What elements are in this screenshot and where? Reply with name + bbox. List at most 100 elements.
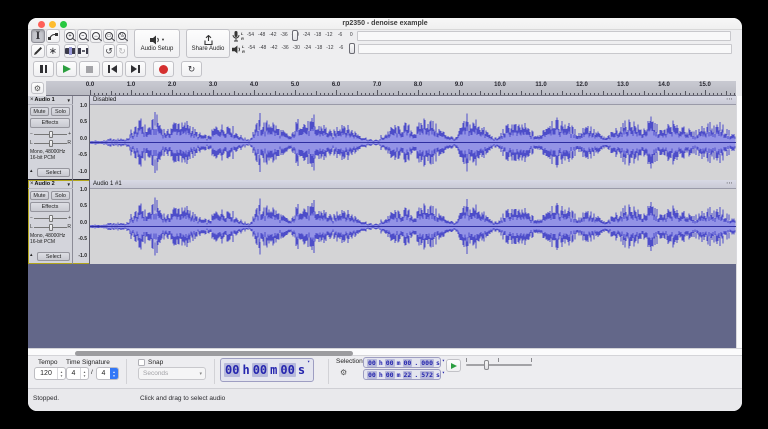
waveform[interactable] bbox=[90, 189, 736, 264]
time-segment[interactable]: 572 bbox=[420, 371, 434, 379]
time-segment[interactable]: m bbox=[397, 359, 401, 367]
time-segment[interactable]: 00 bbox=[252, 363, 268, 377]
track-2[interactable]: × Audio 2 ▼ Mute Solo Effects −+ LR Mono… bbox=[28, 180, 736, 264]
track-area[interactable]: × Audio 1 ▼ Mute Solo Effects −+ LR Mono… bbox=[28, 96, 742, 348]
trim-audio-button[interactable] bbox=[64, 44, 76, 58]
pan-slider-thumb[interactable] bbox=[49, 224, 53, 231]
time-segment[interactable]: 00 bbox=[367, 371, 377, 379]
fit-project-button[interactable]: ▭ bbox=[103, 29, 115, 43]
zoom-in-button[interactable]: + bbox=[64, 29, 76, 43]
track-1[interactable]: × Audio 1 ▼ Mute Solo Effects −+ LR Mono… bbox=[28, 96, 736, 180]
volume-slider-handle[interactable] bbox=[292, 30, 298, 41]
solo-button[interactable]: Solo bbox=[51, 107, 70, 116]
gain-slider[interactable]: −+ bbox=[28, 214, 73, 222]
share-audio-button[interactable]: Share Audio bbox=[186, 29, 230, 58]
select-button[interactable]: Select bbox=[37, 252, 70, 261]
draw-tool-button[interactable] bbox=[31, 44, 45, 58]
timeline-ruler[interactable]: 0.01.02.03.04.05.06.07.08.09.010.011.012… bbox=[46, 81, 736, 96]
effects-button[interactable]: Effects bbox=[30, 202, 70, 212]
selection-settings-icon[interactable]: ⚙ bbox=[340, 368, 347, 377]
audio-clip[interactable]: Audio 1 #1 ⋯ bbox=[90, 180, 736, 264]
time-segment[interactable]: h bbox=[379, 359, 383, 367]
time-segment[interactable]: s bbox=[436, 359, 440, 367]
time-signature-upper-stepper[interactable]: ▴▾ bbox=[80, 368, 88, 379]
main-time-display[interactable]: 00h00m00s▾ bbox=[220, 358, 314, 382]
pan-slider-thumb[interactable] bbox=[49, 140, 53, 147]
zoom-out-button[interactable]: − bbox=[77, 29, 89, 43]
playback-meter-scale[interactable]: -54-48-42-36-30-24-18-12-60 bbox=[246, 43, 358, 55]
time-segment[interactable]: 22 bbox=[403, 371, 413, 379]
time-segment[interactable]: h bbox=[242, 363, 249, 377]
collapse-icon[interactable]: ▴ bbox=[30, 168, 33, 174]
fit-selection-button[interactable]: ↔ bbox=[90, 29, 102, 43]
recording-meter[interactable]: LR -54-48-42-36-30-24-18-12-60 bbox=[232, 30, 731, 42]
time-segment[interactable]: h bbox=[379, 371, 383, 379]
clip-header[interactable]: Disabled ⋯ bbox=[90, 96, 736, 105]
time-segment[interactable]: 00 bbox=[224, 363, 240, 377]
clip-overflow-icon[interactable]: ⋯ bbox=[726, 97, 733, 103]
track-name[interactable]: Audio 1 bbox=[35, 97, 66, 103]
mute-button[interactable]: Mute bbox=[30, 107, 49, 116]
pause-button[interactable] bbox=[33, 61, 54, 77]
vertical-scale-ruler[interactable]: 1.0 0.5 0.0 -0.5 -1.0 bbox=[73, 180, 90, 264]
select-button[interactable]: Select bbox=[37, 168, 70, 177]
redo-button[interactable]: ↻ bbox=[116, 44, 128, 58]
multi-tool-button[interactable]: ∗ bbox=[46, 44, 60, 58]
time-signature-lower-dropdown[interactable]: ▴▾ bbox=[110, 368, 118, 379]
tempo-input[interactable]: 120 ▴▾ bbox=[34, 367, 66, 380]
clip-title[interactable]: Audio 1 #1 bbox=[93, 181, 726, 187]
playback-speed-slider[interactable] bbox=[466, 358, 532, 372]
gain-slider-thumb[interactable] bbox=[49, 131, 53, 138]
selection-start-input[interactable]: 00h00m00.000s▾ bbox=[363, 357, 441, 368]
clip-header[interactable]: Audio 1 #1 ⋯ bbox=[90, 180, 736, 189]
recording-meter-bar[interactable] bbox=[357, 31, 731, 41]
mute-button[interactable]: Mute bbox=[30, 191, 49, 200]
gain-slider-thumb[interactable] bbox=[49, 215, 53, 222]
vertical-scrollbar[interactable] bbox=[736, 96, 742, 348]
effects-button[interactable]: Effects bbox=[30, 118, 70, 128]
time-segment[interactable]: s bbox=[436, 371, 440, 379]
time-segment[interactable]: 00 bbox=[385, 359, 395, 367]
track-close-icon[interactable]: × bbox=[30, 97, 34, 103]
play-button[interactable] bbox=[56, 61, 77, 77]
track-name[interactable]: Audio 2 bbox=[35, 181, 66, 187]
time-segment[interactable]: 000 bbox=[420, 359, 434, 367]
horizontal-scrollbar[interactable] bbox=[28, 348, 742, 356]
track-2-header[interactable]: × Audio 2 ▼ bbox=[28, 180, 73, 189]
time-format-dropdown-icon[interactable]: ▾ bbox=[442, 358, 445, 364]
audio-clip[interactable]: Disabled ⋯ bbox=[90, 96, 736, 180]
time-segment[interactable]: . bbox=[414, 359, 418, 367]
clip-title[interactable]: Disabled bbox=[93, 97, 726, 103]
time-segment[interactable]: s bbox=[298, 363, 305, 377]
skip-to-start-button[interactable] bbox=[102, 61, 123, 77]
time-format-dropdown-icon[interactable]: ▾ bbox=[307, 359, 310, 365]
audio-setup-button[interactable]: ▾ Audio Setup bbox=[134, 29, 180, 58]
time-format-dropdown-icon[interactable]: ▾ bbox=[442, 370, 445, 376]
envelope-tool-button[interactable] bbox=[46, 29, 60, 43]
timeline-options-button[interactable]: ⚙ bbox=[31, 82, 44, 94]
stop-button[interactable] bbox=[79, 61, 100, 77]
selection-tool-button[interactable]: I bbox=[31, 29, 45, 43]
track-menu-icon[interactable]: ▼ bbox=[67, 98, 71, 103]
pan-slider[interactable]: LR bbox=[28, 139, 73, 147]
pan-slider[interactable]: LR bbox=[28, 223, 73, 231]
skip-to-end-button[interactable] bbox=[125, 61, 146, 77]
vertical-scale-ruler[interactable]: 1.0 0.5 0.0 -0.5 -1.0 bbox=[73, 96, 90, 180]
time-segment[interactable]: 00 bbox=[403, 359, 413, 367]
play-at-speed-button[interactable] bbox=[446, 359, 461, 372]
time-segment[interactable]: 00 bbox=[279, 363, 295, 377]
gain-slider[interactable]: −+ bbox=[28, 130, 73, 138]
silence-audio-button[interactable] bbox=[77, 44, 89, 58]
solo-button[interactable]: Solo bbox=[51, 191, 70, 200]
snap-mode-select[interactable]: Seconds ▾ bbox=[138, 367, 206, 380]
loop-button[interactable]: ↻ bbox=[181, 61, 202, 77]
scrollbar-thumb[interactable] bbox=[75, 351, 353, 356]
time-segment[interactable]: m bbox=[397, 371, 401, 379]
recording-meter-scale[interactable]: -54-48-42-36-30-24-18-12-60 bbox=[245, 30, 357, 42]
waveform[interactable] bbox=[90, 105, 736, 180]
time-segment[interactable]: 00 bbox=[385, 371, 395, 379]
undo-button[interactable]: ↺ bbox=[103, 44, 115, 58]
time-signature-upper[interactable]: 4 ▴▾ bbox=[66, 367, 89, 380]
playback-speed-thumb[interactable] bbox=[484, 360, 489, 370]
track-close-icon[interactable]: × bbox=[30, 181, 34, 187]
